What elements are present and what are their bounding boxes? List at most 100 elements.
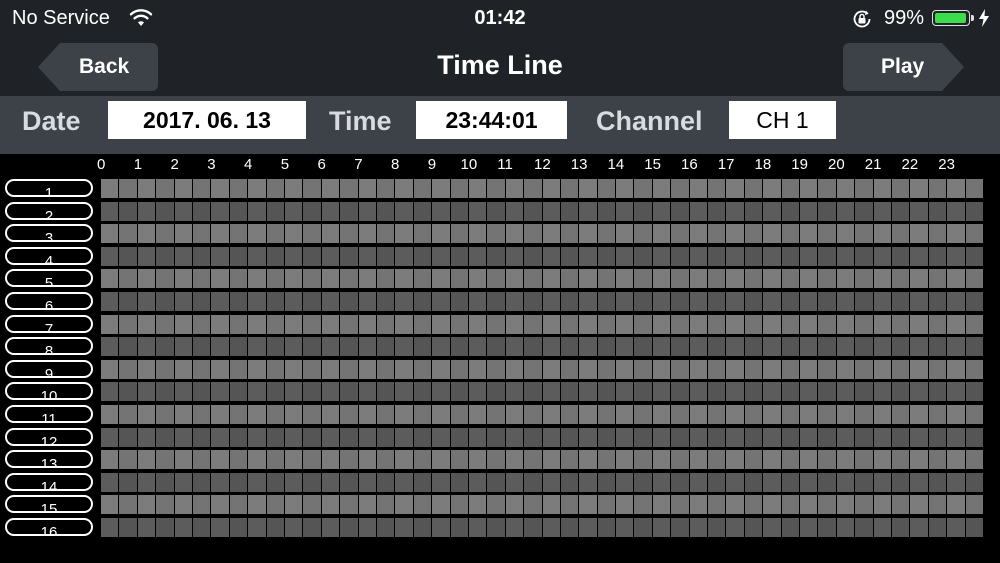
timeline-cell[interactable]: [671, 359, 689, 379]
timeline-cell[interactable]: [211, 337, 229, 357]
timeline-cell[interactable]: [689, 314, 708, 334]
timeline-cell[interactable]: [358, 518, 376, 537]
timeline-cell[interactable]: [781, 292, 800, 311]
timeline-cell[interactable]: [468, 427, 487, 447]
channel-field[interactable]: CH 1: [729, 101, 836, 139]
timeline-cell[interactable]: [229, 472, 248, 492]
timeline-cell[interactable]: [708, 382, 726, 402]
timeline-cell[interactable]: [101, 337, 119, 357]
timeline-cell[interactable]: [744, 472, 763, 492]
timeline-cell[interactable]: [800, 292, 818, 311]
timeline-cell[interactable]: [671, 472, 689, 492]
timeline-cell[interactable]: [376, 359, 395, 379]
timeline-cell[interactable]: [965, 405, 983, 424]
timeline-cell[interactable]: [763, 201, 781, 221]
timeline-cell[interactable]: [652, 495, 671, 515]
timeline-cell[interactable]: [818, 246, 836, 266]
timeline-cell[interactable]: [248, 472, 266, 492]
timeline-cell[interactable]: [910, 179, 928, 198]
timeline-cell[interactable]: [358, 359, 376, 379]
timeline-cell[interactable]: [450, 472, 468, 492]
timeline-cell[interactable]: [340, 224, 358, 244]
timeline-cell[interactable]: [192, 337, 211, 357]
timeline-cell[interactable]: [763, 292, 781, 311]
timeline-cell[interactable]: [284, 292, 303, 311]
timeline-cell[interactable]: [892, 314, 910, 334]
timeline-cell[interactable]: [413, 179, 432, 198]
timeline-cell[interactable]: [358, 427, 376, 447]
timeline-cell[interactable]: [781, 405, 800, 424]
channel-button-3[interactable]: 3: [5, 224, 93, 243]
timeline-cell[interactable]: [800, 450, 818, 470]
timeline-cell[interactable]: [947, 269, 965, 289]
timeline-cell[interactable]: [892, 224, 910, 244]
timeline-cell[interactable]: [781, 495, 800, 515]
timeline-cell[interactable]: [928, 337, 947, 357]
timeline-cell[interactable]: [542, 269, 560, 289]
timeline-cell[interactable]: [910, 201, 928, 221]
timeline-cell[interactable]: [560, 472, 579, 492]
timeline-cell[interactable]: [634, 292, 652, 311]
timeline-cell[interactable]: [137, 472, 156, 492]
timeline-cell[interactable]: [303, 224, 321, 244]
timeline-cell[interactable]: [432, 450, 450, 470]
timeline-cell[interactable]: [965, 359, 983, 379]
timeline-cell[interactable]: [413, 246, 432, 266]
timeline-cell[interactable]: [616, 518, 634, 537]
timeline-cell[interactable]: [450, 201, 468, 221]
timeline-cell[interactable]: [284, 269, 303, 289]
timeline-cell[interactable]: [303, 495, 321, 515]
timeline-cell[interactable]: [873, 314, 892, 334]
timeline-cell[interactable]: [781, 224, 800, 244]
timeline-cell[interactable]: [597, 314, 616, 334]
timeline-cell[interactable]: [395, 518, 413, 537]
timeline-cell[interactable]: [634, 427, 652, 447]
timeline-cell[interactable]: [303, 450, 321, 470]
timeline-cell[interactable]: [137, 359, 156, 379]
timeline-cell[interactable]: [119, 179, 137, 198]
timeline-cell[interactable]: [634, 201, 652, 221]
timeline-cell[interactable]: [505, 382, 524, 402]
timeline-cell[interactable]: [763, 405, 781, 424]
timeline-cell[interactable]: [616, 269, 634, 289]
timeline-cell[interactable]: [174, 201, 192, 221]
timeline-cell[interactable]: [818, 405, 836, 424]
timeline-cell[interactable]: [248, 359, 266, 379]
timeline-cell[interactable]: [413, 337, 432, 357]
timeline-cell[interactable]: [818, 472, 836, 492]
timeline-cell[interactable]: [744, 337, 763, 357]
timeline-cell[interactable]: [800, 246, 818, 266]
timeline-cell[interactable]: [413, 224, 432, 244]
timeline-cell[interactable]: [652, 427, 671, 447]
timeline-cell[interactable]: [192, 405, 211, 424]
timeline-cell[interactable]: [836, 337, 855, 357]
timeline-cell[interactable]: [671, 495, 689, 515]
timeline-cell[interactable]: [174, 518, 192, 537]
timeline-cell[interactable]: [892, 472, 910, 492]
timeline-cell[interactable]: [873, 472, 892, 492]
timeline-cell[interactable]: [192, 359, 211, 379]
timeline-cell[interactable]: [671, 518, 689, 537]
timeline-cell[interactable]: [689, 201, 708, 221]
timeline-cell[interactable]: [432, 359, 450, 379]
timeline-cell[interactable]: [616, 427, 634, 447]
timeline-cell[interactable]: [505, 292, 524, 311]
timeline-cell[interactable]: [652, 359, 671, 379]
timeline-cell[interactable]: [266, 201, 284, 221]
timeline-cell[interactable]: [505, 518, 524, 537]
channel-button-9[interactable]: 9: [5, 359, 93, 378]
timeline-cell[interactable]: [468, 201, 487, 221]
timeline-cell[interactable]: [947, 314, 965, 334]
timeline-cell[interactable]: [708, 405, 726, 424]
timeline-cell[interactable]: [211, 450, 229, 470]
timeline-cell[interactable]: [579, 427, 597, 447]
timeline-cell[interactable]: [579, 337, 597, 357]
timeline-cell[interactable]: [634, 224, 652, 244]
timeline-cell[interactable]: [726, 518, 744, 537]
timeline-cell[interactable]: [468, 269, 487, 289]
timeline-cell[interactable]: [947, 246, 965, 266]
timeline-cell[interactable]: [303, 405, 321, 424]
timeline-cell[interactable]: [965, 450, 983, 470]
timeline-cell[interactable]: [119, 382, 137, 402]
timeline-cell[interactable]: [321, 427, 340, 447]
